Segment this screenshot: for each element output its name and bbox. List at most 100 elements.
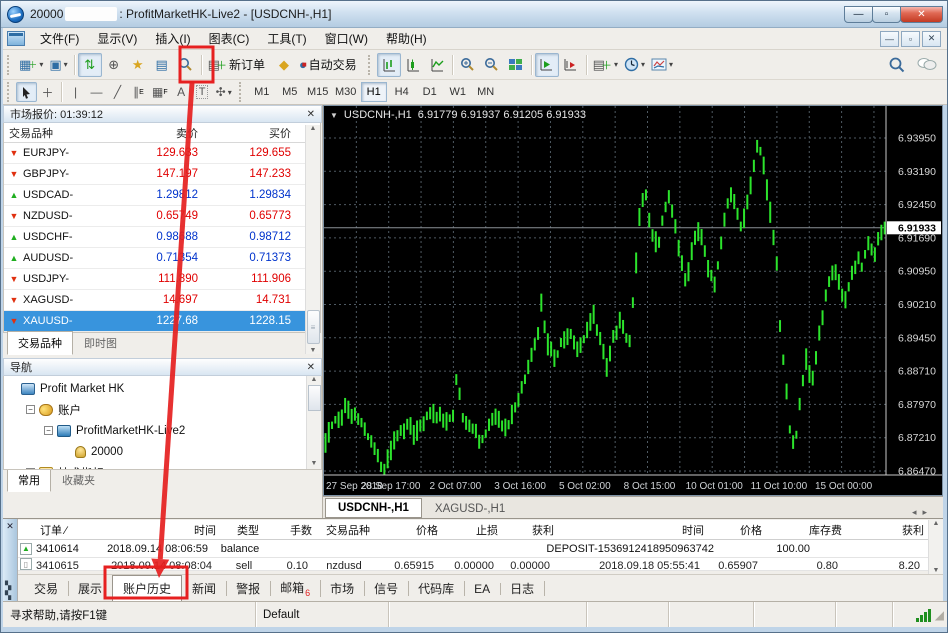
terminal-balance-row[interactable]: ▲34106142018.09.14 08:06:59balanceDEPOSI…: [18, 540, 928, 558]
market-row-eurjpy[interactable]: ▼EURJPY-129.633129.655: [4, 143, 320, 164]
terminal-toggle[interactable]: ▤: [150, 53, 174, 77]
tree-item-server[interactable]: −ProfitMarketHK-Live2: [8, 420, 321, 441]
chevron-down-icon[interactable]: ▼: [330, 111, 338, 120]
autoscroll-button[interactable]: [535, 53, 559, 77]
chart-tab-scroll-arrows[interactable]: ◂▸: [912, 507, 943, 518]
resize-grip-icon[interactable]: ◢: [935, 608, 944, 622]
scroll-down-icon[interactable]: ▼: [310, 347, 317, 354]
timeframe-w1[interactable]: W1: [445, 82, 471, 102]
chart-tab-xagusdh1[interactable]: XAGUSD-,H1: [422, 499, 518, 518]
metaeditor-button[interactable]: ◆: [272, 53, 296, 77]
timeframe-h4[interactable]: H4: [389, 82, 415, 102]
toolbar-grip[interactable]: [7, 82, 12, 102]
status-profile[interactable]: Default: [256, 602, 389, 627]
scroll-down-icon[interactable]: ▼: [311, 460, 318, 467]
strategy-tester-button[interactable]: [174, 53, 198, 77]
terminal-col-0[interactable]: 订单 ∕: [36, 522, 110, 538]
terminal-col-7[interactable]: 获利: [502, 522, 558, 538]
terminal-tab-市场[interactable]: 市场: [320, 576, 364, 601]
autotrading-button[interactable]: ●■自动交易: [296, 53, 364, 77]
tab-common[interactable]: 常用: [7, 468, 51, 492]
tree-item-mt[interactable]: Profit Market HK: [8, 378, 321, 399]
terminal-tab-信号[interactable]: 信号: [364, 576, 408, 601]
trendline-tool[interactable]: ╱: [107, 82, 128, 102]
chart-document-icon[interactable]: [7, 31, 25, 46]
navigator-toggle[interactable]: ★: [126, 53, 150, 77]
scroll-thumb[interactable]: ≡: [307, 310, 320, 344]
market-row-audusd[interactable]: ▲AUDUSD-0.713540.71373: [4, 248, 320, 269]
terminal-tab-代码库[interactable]: 代码库: [408, 576, 464, 601]
market-watch-scrollbar[interactable]: ▲ ≡ ▼: [305, 125, 320, 354]
timeframe-m5[interactable]: M5: [277, 82, 303, 102]
terminal-col-10[interactable]: 库存费: [766, 522, 846, 538]
market-row-usdcad[interactable]: ▲USDCAD-1.298121.29834: [4, 185, 320, 206]
navigator-scrollbar[interactable]: ▲ ▼: [306, 376, 321, 469]
market-watch-close-icon[interactable]: ✕: [307, 109, 315, 120]
market-row-usdchf[interactable]: ▲USDCHF-0.986880.98712: [4, 227, 320, 248]
crosshair-tool[interactable]: ＋: [37, 82, 58, 102]
vline-tool[interactable]: |: [65, 82, 86, 102]
terminal-tab-警报[interactable]: 警报: [226, 576, 270, 601]
scroll-down-icon[interactable]: ▼: [933, 567, 940, 574]
terminal-col-2[interactable]: 类型: [220, 522, 276, 538]
timeframe-m30[interactable]: M30: [333, 82, 359, 102]
new-chart-button[interactable]: ▦＋▾: [16, 53, 46, 77]
market-row-nzdusd[interactable]: ▼NZDUSD-0.657490.65773: [4, 206, 320, 227]
market-row-usdjpy[interactable]: ▼USDJPY-111.890111.906: [4, 269, 320, 290]
data-window-button[interactable]: ⊕: [102, 53, 126, 77]
scroll-up-icon[interactable]: ▲: [310, 125, 317, 132]
terminal-col-3[interactable]: 手数: [276, 522, 316, 538]
menu-c[interactable]: 图表(C): [200, 27, 259, 50]
tick-chart-toggle[interactable]: ⇅: [78, 53, 102, 77]
chart-shift-button[interactable]: [559, 53, 583, 77]
market-row-gbpjpy[interactable]: ▼GBPJPY-147.197147.233: [4, 164, 320, 185]
text-tool[interactable]: A: [171, 82, 192, 102]
restore-button[interactable]: ▫: [872, 6, 901, 23]
label-tool[interactable]: T: [192, 82, 213, 102]
market-row-xauusd[interactable]: ▼XAUUSD-1227.681228.15: [4, 311, 320, 332]
timeframe-m15[interactable]: M15: [305, 82, 331, 102]
candlestick-button[interactable]: [401, 53, 425, 77]
menu-w[interactable]: 窗口(W): [316, 27, 377, 50]
menu-h[interactable]: 帮助(H): [377, 27, 436, 50]
terminal-scrollbar[interactable]: ▲ ▼: [928, 520, 943, 574]
terminal-col-4[interactable]: 交易品种: [316, 522, 380, 538]
scroll-up-icon[interactable]: ▲: [933, 520, 940, 527]
zoom-out-button[interactable]: [480, 53, 504, 77]
periods-button[interactable]: ▾: [621, 53, 648, 77]
timeframe-mn[interactable]: MN: [473, 82, 499, 102]
scroll-up-icon[interactable]: ▲: [311, 376, 318, 383]
templates-button[interactable]: ▾: [648, 53, 676, 77]
terminal-clipped-row[interactable]: ▯34106152018.09.14 08:08:04sell0.10nzdus…: [18, 558, 928, 571]
terminal-tab-邮箱[interactable]: 邮箱6: [270, 575, 320, 601]
chart-window[interactable]: ▼ USDCNH-,H1 6.91779 6.91937 6.91205 6.9…: [323, 105, 943, 496]
market-watch-titlebar[interactable]: 市场报价: 01:39:12 ✕: [3, 105, 322, 123]
terminal-col-8[interactable]: 时间: [558, 522, 708, 538]
timeframe-h1[interactable]: H1: [361, 82, 387, 102]
cursor-tool[interactable]: [16, 82, 37, 102]
search-icon[interactable]: [889, 57, 905, 73]
new-order-button[interactable]: ▤＋新订单: [205, 53, 272, 77]
fibonacci-tool[interactable]: ▦F: [149, 82, 171, 102]
shapes-tool[interactable]: ✣▾: [213, 82, 235, 102]
menu-v[interactable]: 显示(V): [88, 27, 146, 50]
navigator-titlebar[interactable]: 导航 ✕: [3, 358, 322, 376]
indicators-button[interactable]: ▤＋▾: [590, 53, 621, 77]
scroll-thumb[interactable]: [308, 385, 321, 411]
close-button[interactable]: ✕: [900, 6, 943, 23]
menu-i[interactable]: 插入(I): [146, 27, 199, 50]
mdi-close-button[interactable]: ✕: [922, 31, 941, 47]
line-chart-button[interactable]: [425, 53, 449, 77]
menu-t[interactable]: 工具(T): [258, 27, 315, 50]
mdi-restore-button[interactable]: ▫: [901, 31, 920, 47]
bar-chart-button[interactable]: [377, 53, 401, 77]
terminal-col-9[interactable]: 价格: [708, 522, 766, 538]
terminal-tab-新闻[interactable]: 新闻: [182, 576, 226, 601]
channel-tool[interactable]: ∥E: [128, 82, 149, 102]
terminal-tab-账户历史[interactable]: 账户历史: [112, 575, 182, 602]
tab-tick-chart[interactable]: 即时图: [73, 331, 128, 355]
timeframe-d1[interactable]: D1: [417, 82, 443, 102]
toolbar-grip[interactable]: [239, 82, 244, 102]
chart-tab-usdcnhh1[interactable]: USDCNH-,H1: [325, 498, 422, 518]
profiles-button[interactable]: ▣▾: [46, 53, 70, 77]
